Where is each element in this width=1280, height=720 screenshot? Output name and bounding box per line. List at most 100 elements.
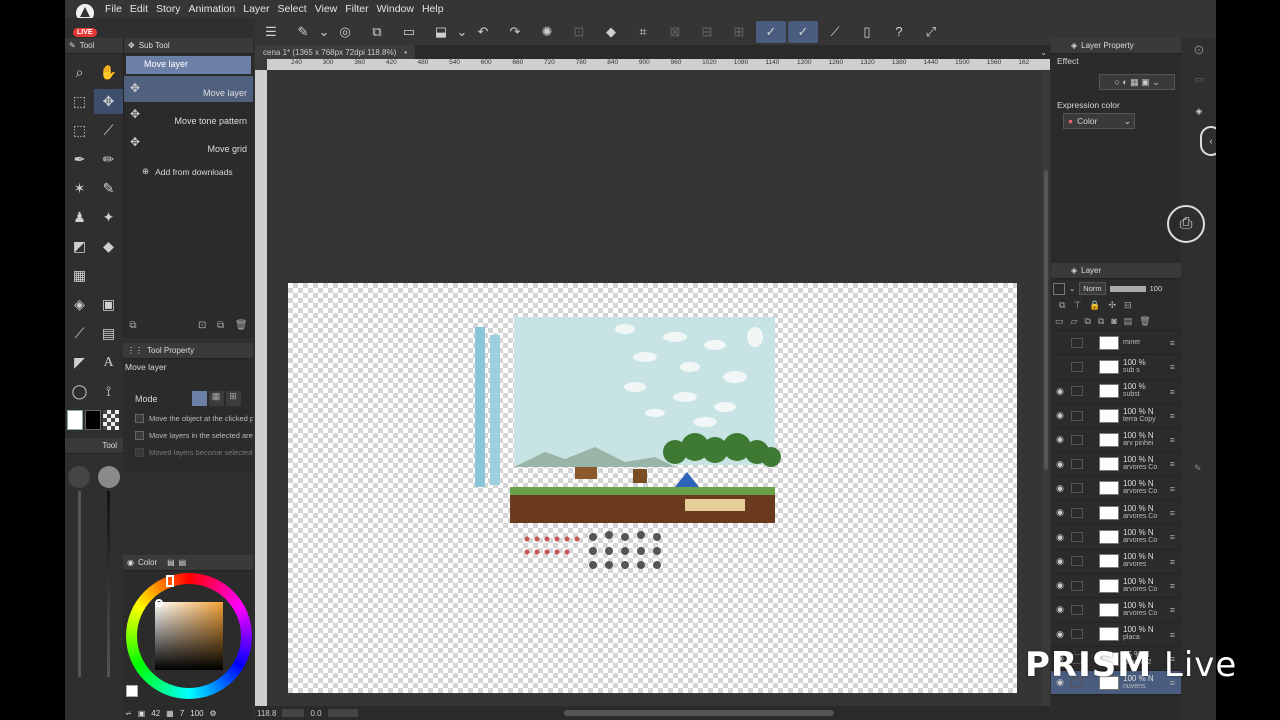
- vertical-scrollbar[interactable]: [1044, 170, 1048, 470]
- chevron-down-icon[interactable]: ⌄: [1069, 284, 1075, 293]
- transparent-color-swatch[interactable]: [103, 410, 119, 430]
- add-from-downloads-button[interactable]: ⊕ Add from downloads: [124, 158, 253, 177]
- chevron-down-icon[interactable]: ⌄: [319, 21, 330, 43]
- spinner-icon[interactable]: ✺: [536, 21, 558, 43]
- main-color-swatch[interactable]: [67, 410, 83, 430]
- layer-mask-icon[interactable]: ◙: [1111, 316, 1116, 327]
- zoom-icon[interactable]: ⌕: [65, 60, 94, 85]
- lock-toggle[interactable]: [1071, 361, 1083, 372]
- quick-access-icon[interactable]: ⎙: [1167, 205, 1205, 243]
- help-icon[interactable]: ?: [888, 21, 910, 43]
- layer-row[interactable]: ◉ 100 % Nterra Copy ≡: [1051, 404, 1181, 429]
- eye-icon[interactable]: ◉: [1051, 580, 1069, 591]
- layer-row[interactable]: ◉ 100 % Narvores Co ≡: [1051, 501, 1181, 526]
- layer-panel-icon[interactable]: ◈: [1189, 106, 1209, 126]
- stabilize-icon[interactable]: ✓: [756, 20, 786, 43]
- menu-filter[interactable]: Filter: [341, 0, 372, 18]
- figure-icon[interactable]: ⟋: [65, 321, 94, 346]
- thumbnail-icon[interactable]: ▤: [1124, 316, 1133, 327]
- airbrush-icon[interactable]: ✶: [65, 176, 94, 201]
- material-panel-icon[interactable]: ▭: [1189, 74, 1209, 94]
- eye-icon[interactable]: ◉: [1051, 532, 1069, 543]
- color-slider-icon[interactable]: ▤: [179, 558, 187, 567]
- opacity-slider[interactable]: [1109, 285, 1146, 292]
- tool-property-tab[interactable]: ⋮⋮ Tool Property: [123, 343, 253, 359]
- layer-menu-icon[interactable]: ≡: [1170, 605, 1175, 615]
- eyedropper-icon[interactable]: ⟋: [94, 118, 123, 143]
- layer-menu-icon[interactable]: ≡: [1170, 338, 1175, 348]
- search-panel-icon[interactable]: ⊙: [1189, 42, 1209, 62]
- crop-icon[interactable]: ⌗: [632, 21, 654, 43]
- brush-size-slider-left[interactable]: [78, 491, 81, 677]
- layer-color-box[interactable]: [1053, 282, 1065, 295]
- layer-row[interactable]: ◉ 100 % Narvores Co ≡: [1051, 525, 1181, 550]
- subtool-move-layer[interactable]: ✥ Move layer: [124, 76, 253, 102]
- balloon-icon[interactable]: ◯: [65, 379, 94, 404]
- subtool-move-tone-pattern[interactable]: ✥ Move tone pattern: [124, 102, 253, 130]
- layer-row[interactable]: ◉ 100 % Narvores Co ≡: [1051, 452, 1181, 477]
- layer-menu-icon[interactable]: ≡: [1170, 630, 1175, 640]
- layer-row[interactable]: ◉ 100 % Narvores Co ≡: [1051, 598, 1181, 623]
- color-tab[interactable]: ◉ Color ▤ ▤: [123, 555, 253, 571]
- sparkle-icon[interactable]: ✦: [94, 205, 123, 230]
- pencil-icon[interactable]: ✏: [94, 147, 123, 172]
- angle-slider[interactable]: [327, 709, 358, 717]
- current-color-swatch[interactable]: [126, 685, 138, 697]
- eye-icon[interactable]: ◉: [1051, 604, 1069, 615]
- fill-tool-icon[interactable]: ◈: [65, 292, 94, 317]
- layer-property-tab[interactable]: ◈ Layer Property: [1051, 38, 1181, 54]
- move-icon[interactable]: ✥: [94, 89, 123, 114]
- subtool-move-grid[interactable]: ✥ Move grid: [124, 130, 253, 158]
- reference-icon[interactable]: ⊤: [1073, 300, 1081, 311]
- subtool-settings-icon[interactable]: ⧉: [129, 320, 136, 331]
- layer-row[interactable]: ◉ 100 % Nplaca ≡: [1051, 623, 1181, 647]
- record-icon[interactable]: ◎: [334, 21, 356, 43]
- layer-menu-icon[interactable]: ≡: [1170, 435, 1175, 445]
- eye-icon[interactable]: ◉: [1051, 507, 1069, 518]
- eye-icon[interactable]: ◉: [1051, 629, 1069, 640]
- subtool-delete-icon[interactable]: 🗑: [235, 320, 248, 331]
- lock-toggle[interactable]: [1071, 434, 1083, 445]
- chevron-down-icon[interactable]: ⌄: [457, 21, 468, 43]
- lock-toggle[interactable]: [1071, 532, 1083, 543]
- lock-toggle[interactable]: [1071, 337, 1083, 348]
- ruler-icon[interactable]: ◤: [65, 350, 94, 375]
- layer-menu-icon[interactable]: ≡: [1170, 484, 1175, 494]
- lock-alpha-icon[interactable]: ✣: [1109, 300, 1117, 311]
- mask-icon[interactable]: ⊟: [1124, 300, 1132, 311]
- layer-menu-icon[interactable]: ≡: [1170, 459, 1175, 469]
- layer-row[interactable]: ◉ 100 % Narv pinhei ≡: [1051, 428, 1181, 453]
- angle-value[interactable]: 0.0: [310, 709, 321, 718]
- disabled-1-icon[interactable]: ⊠: [664, 21, 686, 43]
- color-saturation-square[interactable]: [155, 602, 223, 670]
- tab-menu-chevron-icon[interactable]: ⌄: [1040, 48, 1050, 57]
- device-icon[interactable]: ▯: [856, 21, 878, 43]
- game-scene-artwork[interactable]: [475, 317, 785, 582]
- checkbox[interactable]: [135, 431, 144, 440]
- tool-mini-tab[interactable]: Tool: [65, 438, 123, 454]
- undo-icon[interactable]: ↶: [472, 21, 494, 43]
- lock-toggle[interactable]: [1071, 556, 1083, 567]
- delete-layer-icon[interactable]: 🗑: [1139, 316, 1150, 327]
- checkbox[interactable]: [135, 448, 144, 457]
- option-move-object[interactable]: Move the object at the clicked position: [123, 410, 253, 427]
- layer-row[interactable]: ◉ 100 % Narvores Co ≡: [1051, 574, 1181, 599]
- layer-menu-icon[interactable]: ≡: [1170, 557, 1175, 567]
- color-set-icon[interactable]: ▤: [167, 558, 175, 567]
- blend-icon[interactable]: ◆: [94, 234, 123, 259]
- canvas-workarea[interactable]: [267, 70, 1048, 706]
- brush-tool-icon[interactable]: ♟: [65, 205, 94, 230]
- zoom-value[interactable]: 118.8: [257, 709, 276, 718]
- fill-icon[interactable]: ◆: [600, 21, 622, 43]
- menu-file[interactable]: File: [101, 0, 126, 18]
- layer-row[interactable]: ◉ 100 % Narvores Co ≡: [1051, 477, 1181, 502]
- eye-icon[interactable]: ◉: [1051, 483, 1069, 494]
- pen-tool-icon[interactable]: ✒: [65, 147, 94, 172]
- layer-row[interactable]: miner ≡: [1051, 331, 1181, 356]
- lock-toggle[interactable]: [1071, 507, 1083, 518]
- frame-icon[interactable]: ▤: [94, 321, 123, 346]
- lock-toggle[interactable]: [1071, 386, 1083, 397]
- option-move-selected-area[interactable]: Move layers in the selected area: [123, 427, 253, 444]
- settings-icon[interactable]: ⚙: [210, 709, 217, 718]
- option-become-selected[interactable]: Moved layers become selected: [123, 444, 253, 461]
